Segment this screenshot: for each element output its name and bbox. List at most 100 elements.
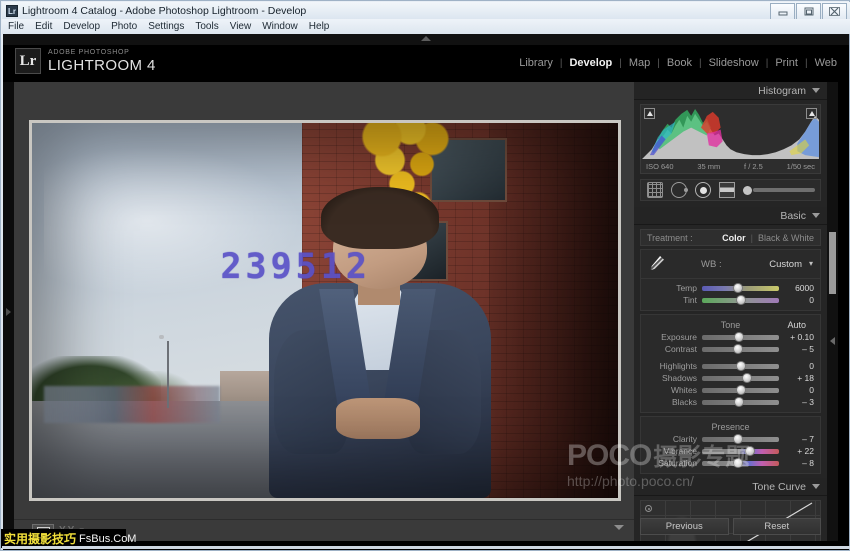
window-status-bar bbox=[2, 546, 850, 549]
slider-clarity-track[interactable] bbox=[702, 437, 779, 442]
menu-help[interactable]: Help bbox=[309, 21, 330, 32]
highlight-clipping-indicator[interactable] bbox=[806, 108, 817, 119]
slider-saturation-track[interactable] bbox=[702, 461, 779, 466]
image-number-watermark: 239512 bbox=[220, 247, 370, 287]
slider-clarity-knob[interactable] bbox=[733, 434, 743, 444]
slider-vibrance-knob[interactable] bbox=[745, 446, 755, 456]
slider-saturation[interactable]: Saturation – 8 bbox=[647, 457, 814, 469]
slider-blacks-knob[interactable] bbox=[734, 397, 744, 407]
treatment-row: Treatment : Color | Black & White bbox=[640, 229, 821, 246]
treatment-divider: | bbox=[751, 233, 753, 243]
slider-blacks[interactable]: Blacks – 3 bbox=[647, 396, 814, 408]
slider-tint-knob[interactable] bbox=[736, 295, 746, 305]
slider-shadows-track[interactable] bbox=[702, 376, 779, 381]
presence-title: Presence bbox=[711, 422, 749, 432]
histogram-curve bbox=[642, 106, 819, 159]
chevron-down-icon bbox=[812, 213, 820, 218]
tone-curve-panel-header[interactable]: Tone Curve bbox=[634, 478, 827, 496]
treatment-color-option[interactable]: Color bbox=[722, 233, 746, 243]
slider-shadows-knob[interactable] bbox=[742, 373, 752, 383]
spot-removal-icon[interactable] bbox=[671, 182, 687, 198]
slider-saturation-knob[interactable] bbox=[733, 458, 743, 468]
lightroom-body: Lr ADOBE PHOTOSHOP LIGHTROOM 4 Library |… bbox=[3, 34, 849, 550]
menu-edit[interactable]: Edit bbox=[35, 21, 52, 32]
histogram-panel-header[interactable]: Histogram bbox=[634, 82, 827, 100]
title-bar: Lr Lightroom 4 Catalog - Adobe Photoshop… bbox=[2, 2, 850, 19]
histogram-graph[interactable]: ISO 640 35 mm f / 2.5 1/50 sec bbox=[640, 104, 821, 174]
reset-button[interactable]: Reset bbox=[733, 518, 822, 535]
white-balance-eyedropper-icon[interactable] bbox=[647, 254, 667, 274]
slider-blacks-label: Blacks bbox=[647, 397, 702, 407]
tone-auto-button[interactable]: Auto bbox=[787, 320, 806, 330]
slider-tint[interactable]: Tint 0 bbox=[647, 294, 814, 306]
panel-button-row: Previous Reset bbox=[640, 518, 821, 535]
left-panel-collapsed[interactable] bbox=[3, 82, 14, 541]
menu-photo[interactable]: Photo bbox=[111, 21, 137, 32]
slider-exposure[interactable]: Exposure + 0.10 bbox=[647, 331, 814, 343]
brush-handle bbox=[753, 188, 815, 192]
slider-contrast-track[interactable] bbox=[702, 347, 779, 352]
slider-tint-track[interactable] bbox=[702, 298, 779, 303]
slider-highlights[interactable]: Highlights 0 bbox=[647, 360, 814, 372]
slider-exposure-track[interactable] bbox=[702, 335, 779, 340]
red-eye-correction-icon[interactable] bbox=[695, 182, 711, 198]
menu-file[interactable]: File bbox=[8, 21, 24, 32]
wb-stepper-icon[interactable]: ▾ bbox=[809, 260, 813, 268]
slider-vibrance-track[interactable] bbox=[702, 449, 779, 454]
scrollbar-thumb[interactable] bbox=[829, 232, 836, 294]
basic-panel-header[interactable]: Basic bbox=[634, 207, 827, 225]
slider-highlights-knob[interactable] bbox=[736, 361, 746, 371]
slider-whites-knob[interactable] bbox=[736, 385, 746, 395]
shadow-clipping-indicator[interactable] bbox=[644, 108, 655, 119]
maximize-button[interactable] bbox=[796, 3, 821, 20]
crop-overlay-icon[interactable] bbox=[647, 182, 663, 198]
slider-exposure-knob[interactable] bbox=[734, 332, 744, 342]
right-panel-content: Histogram bbox=[634, 82, 827, 541]
module-map[interactable]: Map bbox=[629, 57, 650, 69]
graduated-filter-icon[interactable] bbox=[719, 182, 735, 198]
treatment-bw-option[interactable]: Black & White bbox=[758, 233, 814, 243]
module-book[interactable]: Book bbox=[667, 57, 692, 69]
wb-preset-value[interactable]: Custom bbox=[769, 259, 802, 270]
lightroom-window: Lr Lightroom 4 Catalog - Adobe Photoshop… bbox=[0, 0, 850, 551]
slider-highlights-track[interactable] bbox=[702, 364, 779, 369]
module-develop[interactable]: Develop bbox=[569, 57, 612, 69]
right-panel-scrollbar[interactable] bbox=[827, 82, 838, 541]
toolbar-chevron-down-icon[interactable] bbox=[614, 525, 624, 530]
top-panel-collapse-bar[interactable] bbox=[3, 34, 849, 45]
right-panel-collapse-icon[interactable] bbox=[830, 337, 835, 345]
menu-tools[interactable]: Tools bbox=[195, 21, 218, 32]
menu-develop[interactable]: Develop bbox=[63, 21, 100, 32]
slider-whites-track[interactable] bbox=[702, 388, 779, 393]
slider-contrast-label: Contrast bbox=[647, 344, 702, 354]
module-library[interactable]: Library bbox=[519, 57, 553, 69]
slider-whites[interactable]: Whites 0 bbox=[647, 384, 814, 396]
menu-settings[interactable]: Settings bbox=[148, 21, 184, 32]
slider-clarity[interactable]: Clarity – 7 bbox=[647, 433, 814, 445]
slider-temp-track[interactable] bbox=[702, 286, 779, 291]
slider-contrast[interactable]: Contrast – 5 bbox=[647, 343, 814, 355]
module-slideshow[interactable]: Slideshow bbox=[709, 57, 759, 69]
slider-shadows[interactable]: Shadows + 18 bbox=[647, 372, 814, 384]
brush-knob bbox=[743, 186, 752, 195]
menu-view[interactable]: View bbox=[230, 21, 252, 32]
module-web[interactable]: Web bbox=[815, 57, 837, 69]
exif-readout: ISO 640 35 mm f / 2.5 1/50 sec bbox=[641, 160, 820, 173]
slider-vibrance[interactable]: Vibrance + 22 bbox=[647, 445, 814, 457]
slider-blacks-track[interactable] bbox=[702, 400, 779, 405]
close-button[interactable] bbox=[822, 3, 847, 20]
targeted-adjustment-icon[interactable] bbox=[645, 505, 652, 512]
module-separator: | bbox=[766, 58, 769, 69]
previous-button[interactable]: Previous bbox=[640, 518, 729, 535]
photo-image[interactable]: 239512 bbox=[32, 123, 618, 498]
module-print[interactable]: Print bbox=[775, 57, 798, 69]
menu-window[interactable]: Window bbox=[262, 21, 298, 32]
minimize-button[interactable] bbox=[770, 3, 795, 20]
right-panel: Histogram bbox=[634, 82, 838, 541]
slider-temp-knob[interactable] bbox=[733, 283, 743, 293]
slider-contrast-knob[interactable] bbox=[733, 344, 743, 354]
exif-aperture: f / 2.5 bbox=[744, 162, 763, 171]
slider-temp[interactable]: Temp 6000 bbox=[647, 282, 814, 294]
adjustment-brush-icon[interactable] bbox=[743, 182, 815, 198]
chevron-right-icon bbox=[6, 308, 11, 316]
